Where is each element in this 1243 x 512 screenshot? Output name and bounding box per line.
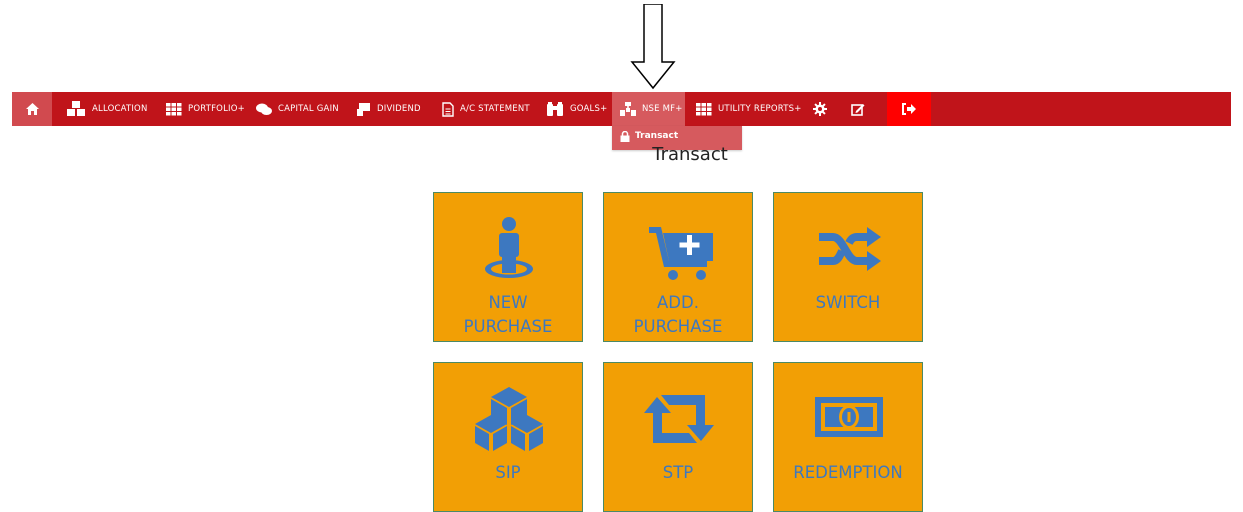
tile-stp-label: STP (662, 463, 694, 482)
retweet-icon (644, 395, 714, 443)
nav-goals-label: GOALS+ (570, 104, 608, 114)
nav-home[interactable] (12, 92, 52, 126)
nav-capital-gain[interactable]: CAPITAL GAIN (256, 92, 339, 126)
grid-icon (166, 102, 182, 116)
page-title: Transact (652, 144, 728, 165)
file-icon (442, 101, 454, 117)
nav-ac-statement-label: A/C STATEMENT (460, 104, 530, 114)
tile-add-purchase[interactable]: ADD. PURCHASE (603, 192, 753, 342)
gear-icon (813, 102, 827, 116)
tile-sip[interactable]: SIP (433, 362, 583, 512)
tile-new-purchase[interactable]: NEW PURCHASE (433, 192, 583, 342)
lock-icon (620, 130, 630, 142)
main-navbar: ALLOCATION PORTFOLIO+ CAPITAL GAIN DIVID… (12, 92, 1231, 126)
nav-settings[interactable] (807, 92, 833, 126)
tile-stp[interactable]: STP (603, 362, 753, 512)
tile-redemption[interactable]: REDEMPTION (773, 362, 923, 512)
shuffle-icon (819, 227, 881, 271)
binoculars-icon (546, 101, 564, 117)
person-icon (485, 217, 533, 278)
nav-goals[interactable]: GOALS+ (546, 92, 607, 126)
nav-dividend[interactable]: DIVIDEND (357, 92, 421, 126)
nav-dividend-label: DIVIDEND (377, 104, 421, 114)
home-icon (25, 103, 39, 115)
cart-plus-icon (649, 227, 713, 280)
nav-portfolio[interactable]: PORTFOLIO+ (166, 92, 245, 126)
dropdown-item-label: Transact (635, 131, 679, 141)
nav-allocation[interactable]: ALLOCATION (66, 92, 148, 126)
nav-ac-statement[interactable]: A/C STATEMENT (442, 92, 530, 126)
nav-nse-mf-label: NSE MF+ (642, 104, 683, 114)
tile-sip-label: SIP (495, 463, 521, 482)
nav-edit[interactable] (845, 92, 871, 126)
nav-allocation-label: ALLOCATION (92, 104, 148, 114)
nav-utility-reports[interactable]: UTILITY REPORTS+ (696, 92, 802, 126)
tile-add-purchase-label: ADD. PURCHASE (633, 293, 723, 336)
tile-redemption-label: REDEMPTION (793, 463, 903, 482)
sign-out-icon (902, 103, 916, 115)
money-icon (815, 397, 883, 437)
cubes-icon (475, 387, 543, 451)
cubes-icon (66, 101, 86, 117)
nav-logout[interactable] (887, 92, 931, 126)
nav-utility-reports-label: UTILITY REPORTS+ (718, 104, 802, 114)
money-hand-icon (357, 102, 371, 116)
edit-icon (851, 103, 865, 116)
tile-new-purchase-label: NEW PURCHASE (463, 293, 553, 336)
nav-capital-gain-label: CAPITAL GAIN (278, 104, 339, 114)
tile-switch[interactable]: SWITCH (773, 192, 923, 342)
nav-portfolio-label: PORTFOLIO+ (188, 104, 245, 114)
down-arrow-annotation (630, 4, 676, 90)
sitemap-icon (620, 102, 636, 116)
comments-icon (256, 103, 272, 116)
tile-switch-label: SWITCH (815, 293, 881, 312)
nav-nse-mf[interactable]: NSE MF+ (612, 92, 685, 126)
dropdown-item-transact[interactable]: Transact (612, 126, 742, 146)
grid-icon (696, 102, 712, 116)
